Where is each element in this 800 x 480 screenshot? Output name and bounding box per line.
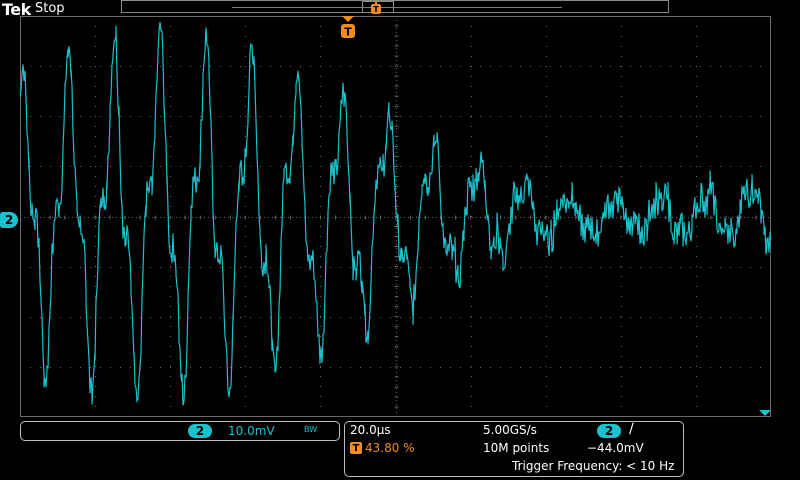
channel-2-trace	[20, 21, 771, 406]
trigger-marker-label: T	[344, 26, 352, 39]
waveform-display[interactable]: T	[20, 16, 771, 417]
channel-info-panel[interactable]: 2 10.0mV BW	[20, 421, 340, 441]
acquisition-state: Stop	[35, 1, 65, 16]
horizontal-trigger-panel[interactable]: 20.0µs 5.00GS/s 2 ∕ T 43.80 % 10M points…	[344, 421, 684, 477]
trigger-position-icon: T	[371, 1, 381, 14]
trigger-position-marker[interactable]: T	[341, 16, 355, 39]
svg-text:T: T	[373, 5, 379, 14]
timebase: 20.0µs	[350, 423, 391, 437]
sample-rate: 5.00GS/s	[483, 423, 537, 437]
rising-edge-icon: ∕	[629, 421, 634, 437]
vertical-scale: 10.0mV	[228, 424, 275, 438]
trigger-level-marker[interactable]	[759, 410, 771, 416]
trigger-level: −44.0mV	[587, 441, 644, 455]
trigger-position: 43.80 %	[365, 441, 415, 455]
bandwidth-limit-indicator: BW	[304, 425, 318, 434]
record-length: 10M points	[483, 441, 550, 455]
trigger-position-icon: T	[350, 442, 362, 454]
trigger-frequency: Trigger Frequency: < 10 Hz	[512, 459, 675, 473]
channel-2-badge[interactable]: 2	[188, 424, 212, 438]
record-track	[232, 7, 562, 8]
record-view-bar[interactable]: T	[121, 0, 669, 14]
channel-2-ground-marker[interactable]: 2	[0, 212, 18, 228]
graticule	[20, 16, 771, 417]
trigger-source-badge[interactable]: 2	[597, 424, 621, 438]
